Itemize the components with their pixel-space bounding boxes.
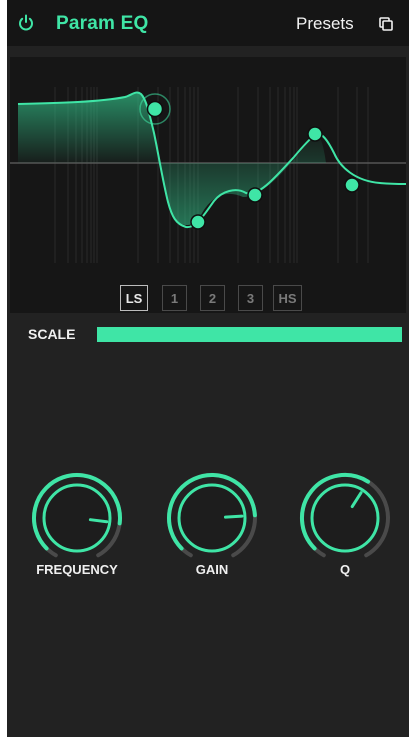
scale-label: SCALE: [28, 326, 76, 342]
band-button-3[interactable]: 3: [238, 285, 263, 311]
copy-icon[interactable]: [379, 17, 393, 31]
gain-knob[interactable]: [162, 468, 262, 568]
band-button-2[interactable]: 2: [200, 285, 225, 311]
band-node-hs: [344, 177, 360, 193]
frequency-knob[interactable]: [27, 468, 127, 568]
plugin-window: Param EQ Presets LS 1 2 3 HS SCALE FREQU…: [0, 0, 409, 737]
band-button-ls[interactable]: LS: [120, 285, 148, 311]
header-bar: Param EQ Presets: [7, 0, 409, 46]
band-node-ls: [146, 100, 164, 118]
band-node-3: [307, 126, 323, 142]
plugin-title: Param EQ: [56, 13, 149, 34]
eq-curve-display: [10, 87, 406, 263]
frequency-label: FREQUENCY: [36, 562, 118, 577]
band-node-2: [247, 187, 263, 203]
eq-panel: Param EQ Presets LS 1 2 3 HS SCALE FREQU…: [7, 0, 409, 737]
band-button-hs[interactable]: HS: [273, 285, 302, 311]
q-label: Q: [339, 562, 351, 577]
band-button-1[interactable]: 1: [162, 285, 187, 311]
q-knob[interactable]: [295, 468, 395, 568]
gain-label: GAIN: [195, 562, 229, 577]
presets-button[interactable]: Presets: [296, 14, 354, 34]
scale-slider[interactable]: [97, 327, 402, 342]
eq-graph[interactable]: [10, 57, 406, 313]
power-icon[interactable]: [18, 14, 34, 32]
band-node-1: [190, 214, 206, 230]
